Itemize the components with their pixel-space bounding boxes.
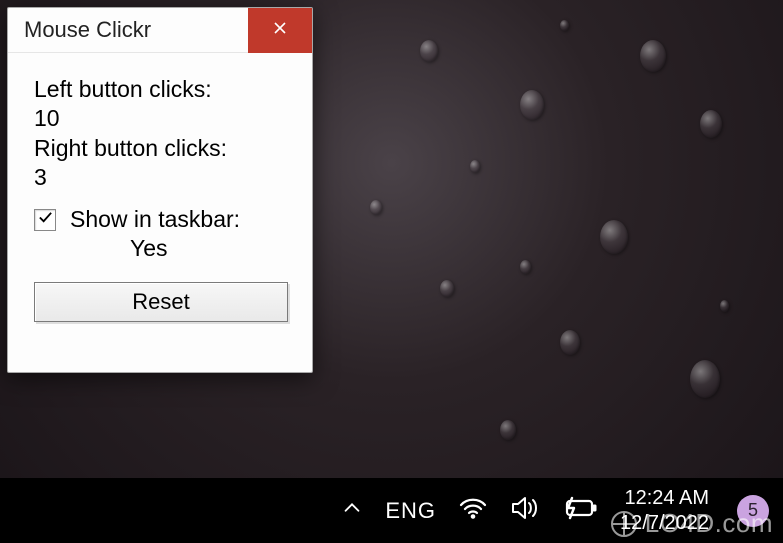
watermark: LO4D.com xyxy=(611,508,773,539)
show-in-taskbar-value: Yes xyxy=(70,234,240,263)
left-clicks-value: 10 xyxy=(34,104,286,133)
left-clicks-label: Left button clicks: xyxy=(34,75,286,104)
close-button[interactable] xyxy=(248,8,312,53)
app-window: Mouse Clickr Left button clicks: 10 Righ… xyxy=(7,7,313,373)
clock-time: 12:24 AM xyxy=(620,486,709,511)
speaker-icon xyxy=(510,495,540,526)
show-in-taskbar-label: Show in taskbar: xyxy=(70,205,240,234)
close-icon xyxy=(273,21,287,40)
volume-button[interactable] xyxy=(510,495,540,526)
window-client-area: Left button clicks: 10 Right button clic… xyxy=(8,53,312,338)
right-clicks-label: Right button clicks: xyxy=(34,134,286,163)
reset-button[interactable]: Reset xyxy=(34,282,288,322)
watermark-text: LO4D.com xyxy=(645,508,773,539)
tray-overflow-button[interactable] xyxy=(341,497,363,524)
battery-charging-icon xyxy=(562,496,598,525)
wifi-icon xyxy=(458,496,488,525)
globe-icon xyxy=(611,511,637,537)
right-clicks-value: 3 xyxy=(34,163,286,192)
language-indicator[interactable]: ENG xyxy=(385,498,436,524)
titlebar[interactable]: Mouse Clickr xyxy=(8,8,312,53)
chevron-up-icon xyxy=(341,497,363,524)
window-title: Mouse Clickr xyxy=(8,17,248,43)
show-in-taskbar-checkbox[interactable] xyxy=(34,209,56,231)
battery-button[interactable] xyxy=(562,496,598,525)
checkmark-icon xyxy=(38,210,53,230)
wifi-button[interactable] xyxy=(458,496,488,525)
